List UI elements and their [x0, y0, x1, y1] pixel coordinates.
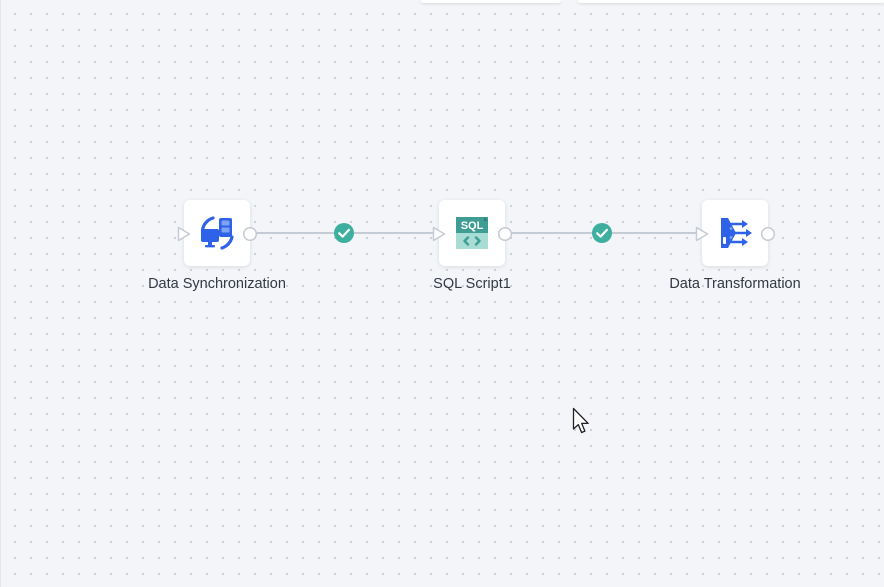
output-port[interactable] — [242, 226, 258, 242]
node-label: Data Synchronization — [148, 276, 286, 292]
output-port[interactable] — [497, 226, 513, 242]
output-port[interactable] — [760, 226, 776, 242]
edge-layer — [256, 232, 696, 234]
sql-badge-text: SQL — [461, 220, 484, 232]
toolbar-fragment — [421, 0, 561, 3]
toolbar-fragment — [578, 0, 884, 3]
node-data-synchronization[interactable]: Data Synchronization — [148, 200, 286, 292]
input-port[interactable] — [177, 226, 191, 242]
sql-script-icon: SQL — [456, 217, 488, 249]
data-transform-icon — [721, 218, 752, 248]
mouse-pointer-icon — [572, 407, 589, 434]
node-sql-script[interactable]: SQL SQL Script1 — [432, 200, 513, 292]
edge-status-success[interactable] — [333, 222, 355, 244]
node-label: Data Transformation — [669, 276, 801, 292]
data-sync-icon — [200, 216, 234, 250]
workflow-canvas[interactable]: Data Synchronization SQL SQL Script1 Dat… — [0, 0, 884, 587]
node-label: SQL Script1 — [433, 276, 511, 292]
input-port[interactable] — [432, 226, 446, 242]
node-data-transformation[interactable]: Data Transformation — [669, 200, 801, 292]
input-port[interactable] — [695, 226, 709, 242]
check-circle-icon — [334, 223, 354, 243]
check-circle-icon — [592, 223, 612, 243]
edge-status-success[interactable] — [591, 222, 613, 244]
